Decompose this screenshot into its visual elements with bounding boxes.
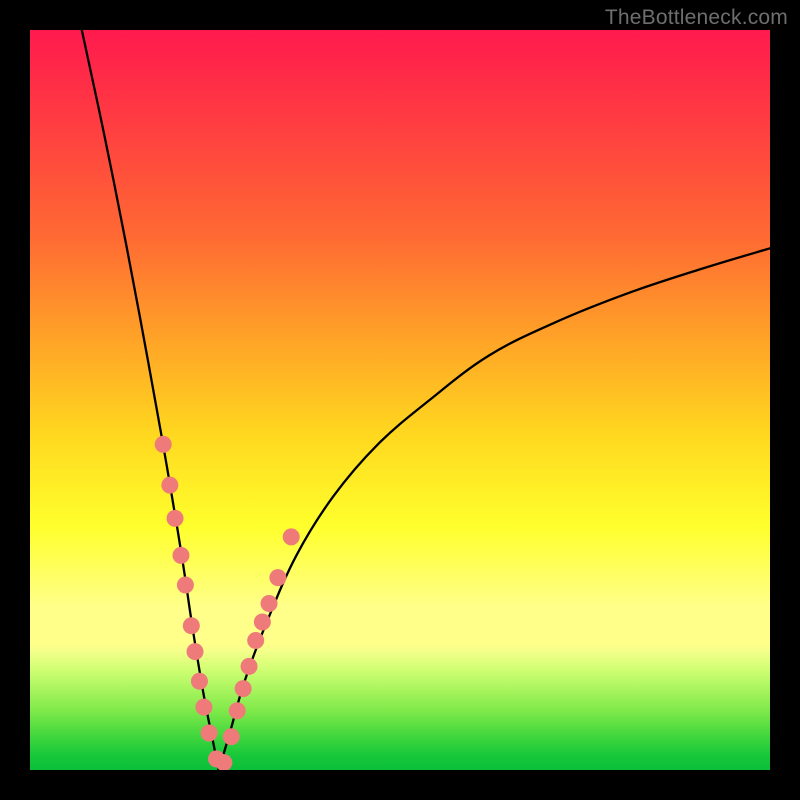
data-dot bbox=[183, 617, 200, 634]
curve-group bbox=[82, 30, 770, 770]
curve-curve-right bbox=[219, 248, 770, 770]
data-dot bbox=[235, 680, 252, 697]
data-dot bbox=[254, 614, 271, 631]
chart-svg bbox=[30, 30, 770, 770]
data-dot bbox=[172, 547, 189, 564]
data-dot bbox=[223, 728, 240, 745]
data-dot bbox=[155, 436, 172, 453]
watermark-text: TheBottleneck.com bbox=[605, 6, 788, 30]
data-dot bbox=[283, 528, 300, 545]
data-dot bbox=[201, 725, 218, 742]
data-dot bbox=[161, 477, 178, 494]
data-dot bbox=[229, 702, 246, 719]
data-dot bbox=[241, 658, 258, 675]
data-dot bbox=[177, 577, 194, 594]
data-dot bbox=[261, 595, 278, 612]
data-dot bbox=[187, 643, 204, 660]
plot-area bbox=[30, 30, 770, 770]
data-dot bbox=[167, 510, 184, 527]
data-dot bbox=[269, 569, 286, 586]
chart-frame: TheBottleneck.com bbox=[0, 0, 800, 800]
dots-group bbox=[155, 436, 300, 770]
data-dot bbox=[191, 673, 208, 690]
data-dot bbox=[247, 632, 264, 649]
data-dot bbox=[195, 699, 212, 716]
